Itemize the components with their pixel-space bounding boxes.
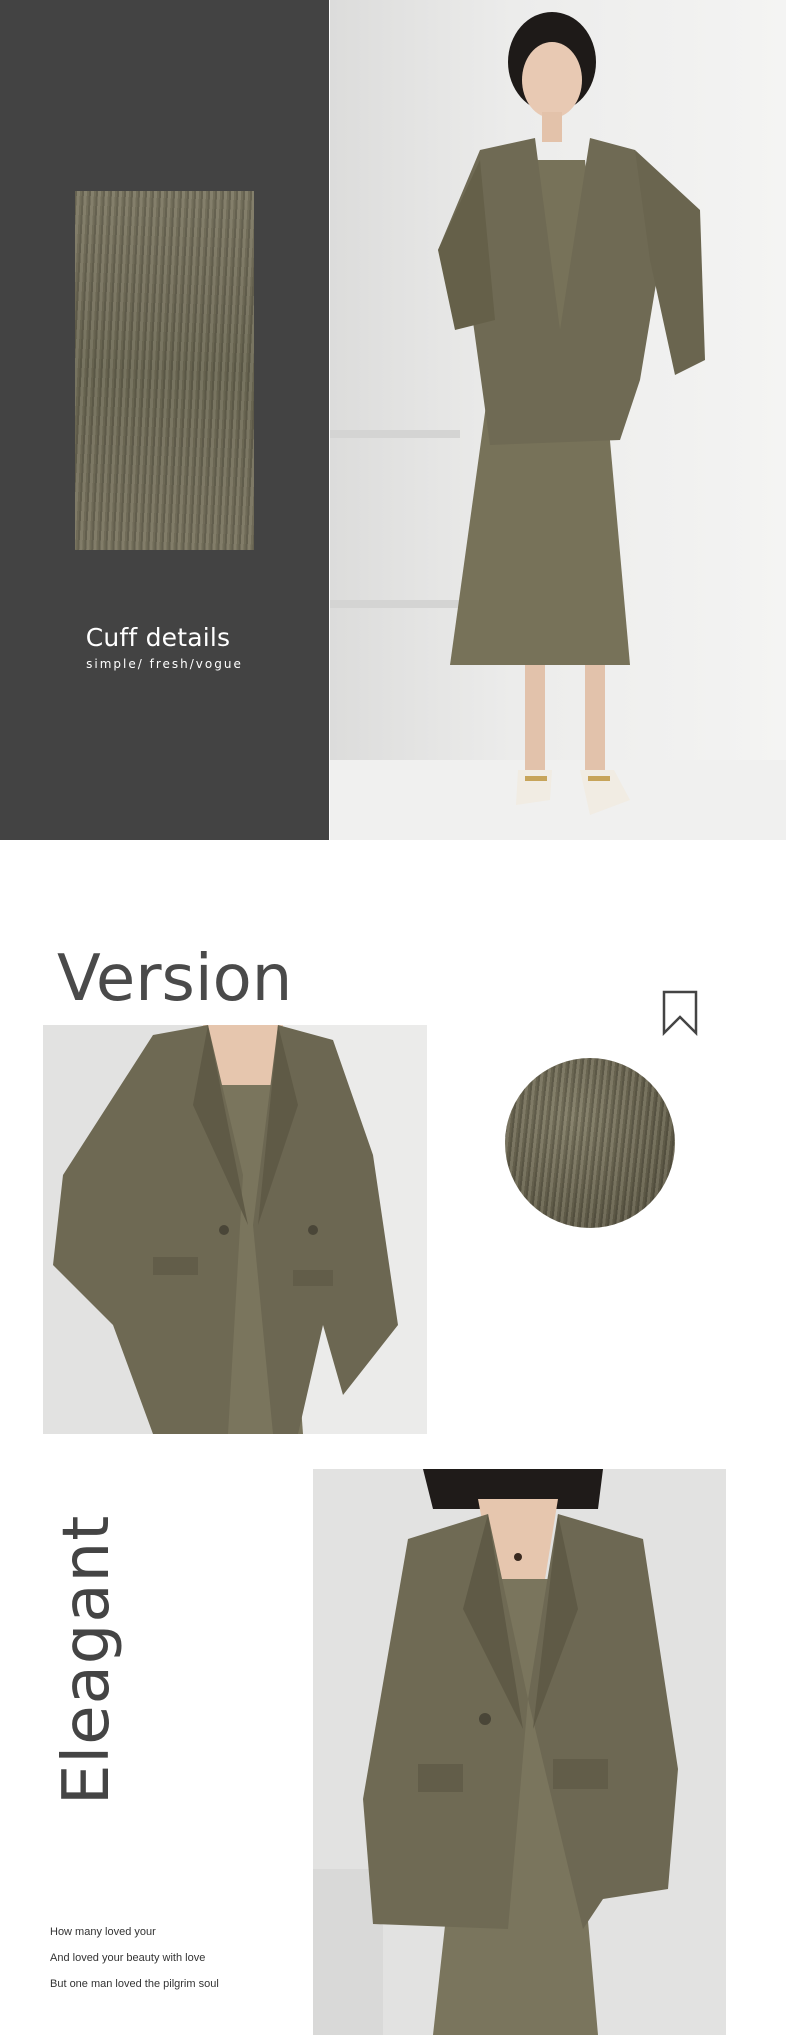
poem-line: And loved your beauty with love	[50, 1952, 206, 1964]
model-half-photo	[43, 1025, 427, 1434]
cuff-details-subtitle: simple/ fresh/vogue	[86, 657, 243, 671]
version-title: Version	[57, 942, 293, 1016]
model-full-illustration	[330, 12, 786, 840]
model-half-illustration	[43, 1025, 427, 1434]
model-full-photo	[330, 0, 786, 840]
cuff-details-title: Cuff details	[85, 623, 231, 652]
poem-line: How many loved your	[50, 1926, 156, 1938]
fabric-circle-image	[505, 1058, 675, 1228]
model-closeup-illustration	[313, 1469, 726, 2035]
poem-line: But one man loved the pilgrim soul	[50, 1978, 219, 1990]
bookmark-icon	[661, 990, 699, 1037]
model-closeup-photo	[313, 1469, 726, 2035]
eleagant-vertical-text: Eleagant	[50, 1514, 124, 1805]
fabric-swatch-image	[75, 191, 254, 550]
